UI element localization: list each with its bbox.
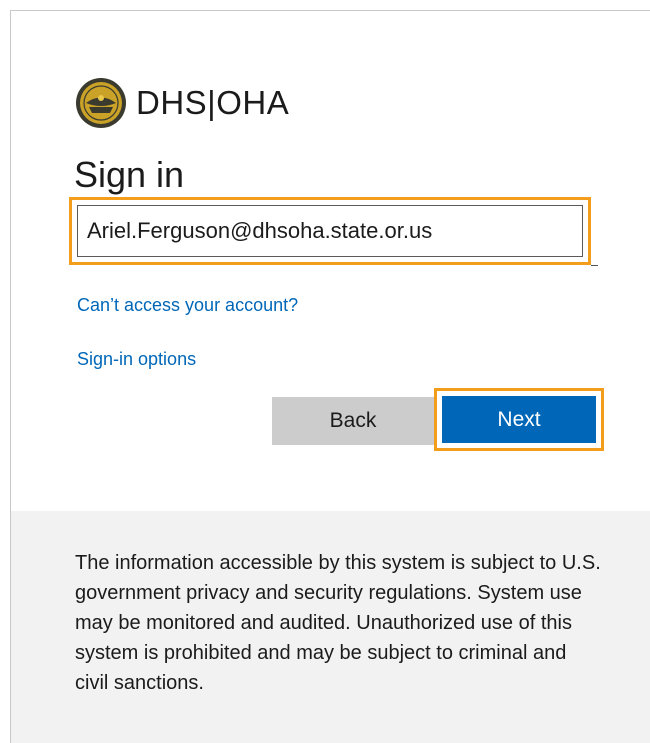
signin-card: DHS|OHA Sign in Can’t access your accoun…	[10, 10, 650, 743]
state-seal-icon	[76, 78, 126, 128]
next-button[interactable]: Next	[442, 396, 596, 443]
page-title: Sign in	[74, 154, 185, 195]
back-button[interactable]: Back	[272, 397, 434, 445]
brand-logo: DHS|OHA	[75, 77, 289, 129]
next-button-highlight: Next	[434, 388, 604, 451]
signin-options-link[interactable]: Sign-in options	[77, 349, 196, 370]
email-field[interactable]	[77, 205, 583, 257]
privacy-notice: The information accessible by this syste…	[75, 552, 601, 694]
brand-name: DHS|OHA	[136, 84, 290, 121]
footer-notice-panel: The information accessible by this syste…	[11, 511, 650, 743]
email-field-underline	[591, 265, 598, 266]
cant-access-account-link[interactable]: Can’t access your account?	[77, 295, 298, 316]
email-field-highlight	[69, 197, 591, 265]
